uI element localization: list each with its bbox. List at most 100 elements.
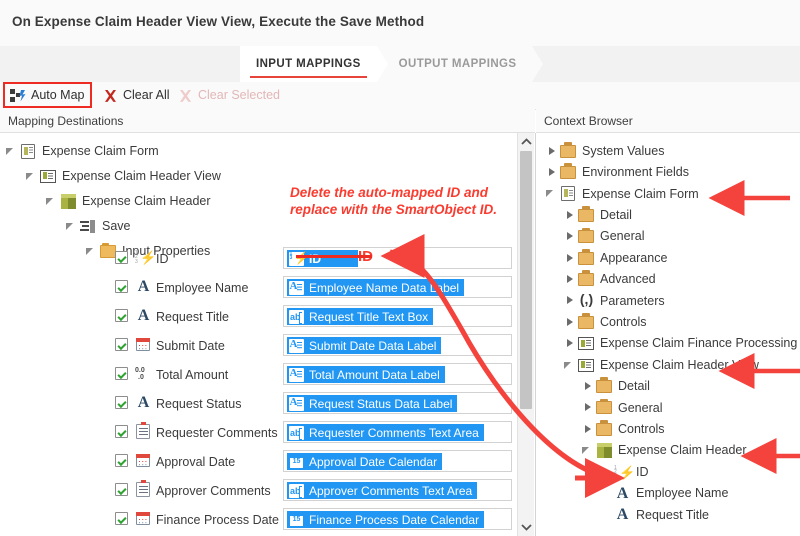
context-tree-node[interactable]: Expense Claim Header (536, 440, 747, 462)
mapping-row-checkbox[interactable] (115, 454, 128, 467)
mapping-value-box[interactable]: Requester Comments Text Area (283, 421, 512, 443)
mapping-row[interactable]: 1 2 3 ⚡ ID 1 3 ⚡ ID (0, 247, 517, 269)
mapping-row-checkbox[interactable] (115, 309, 128, 322)
mapping-row[interactable]: Requester Comments Requester Comments Tex… (0, 421, 517, 443)
mapping-value-box[interactable]: Approver Comments Text Area (283, 479, 512, 501)
context-tree-node[interactable]: Detail (536, 204, 632, 226)
mapping-value-chip[interactable]: Requester Comments Text Area (287, 424, 484, 441)
mapping-row[interactable]: A Request Title Request Title Text Box (0, 305, 517, 327)
mapping-value-box[interactable]: Request Title Text Box (283, 305, 512, 327)
mapping-row[interactable]: A Request Status Request Status Data Label (0, 392, 517, 414)
mapping-row[interactable]: Approval Date Approval Date Calendar (0, 450, 517, 472)
mapping-row[interactable]: Finance Process Date Finance Process Date… (0, 508, 517, 530)
context-tree-node-label: Advanced (600, 272, 656, 287)
mapping-row-checkbox[interactable] (115, 396, 128, 409)
tab-output-mappings[interactable]: OUTPUT MAPPINGS (376, 46, 544, 82)
mapping-row[interactable]: Submit Date Submit Date Data Label (0, 334, 517, 356)
mapping-value-box[interactable]: Employee Name Data Label (283, 276, 512, 298)
context-tree-node[interactable]: Environment Fields (536, 161, 689, 183)
context-tree-node[interactable]: Advanced (536, 268, 656, 290)
expander-closed-icon[interactable] (546, 167, 557, 178)
context-tree-node[interactable]: System Values (536, 140, 664, 162)
mapping-value-chip[interactable]: Total Amount Data Label (287, 366, 445, 383)
expander-closed-icon[interactable] (582, 381, 593, 392)
mapping-row-checkbox[interactable] (115, 425, 128, 438)
clear-all-button[interactable]: Clear All (103, 85, 170, 106)
mapping-value-chip[interactable]: Approval Date Calendar (287, 453, 443, 470)
context-tree-node[interactable]: General (536, 397, 662, 419)
context-tree-node[interactable]: A Request Title (536, 504, 709, 526)
expander-closed-icon[interactable] (564, 231, 575, 242)
mapping-value-chip[interactable]: Approver Comments Text Area (287, 482, 478, 499)
mapping-row-checkbox[interactable] (115, 512, 128, 525)
context-tree-node-label: General (600, 229, 645, 244)
mapping-value-chip[interactable]: Employee Name Data Label (287, 279, 465, 296)
mapping-value-chip[interactable]: 1 3 ⚡ ID (287, 250, 358, 267)
expander-open-icon[interactable] (546, 188, 557, 199)
mapping-row-checkbox[interactable] (115, 338, 128, 351)
context-tree-node[interactable]: Controls (536, 311, 647, 333)
context-tree-node[interactable]: 1 2 3 ⚡ ID (536, 461, 649, 483)
mapping-value-box[interactable]: Finance Process Date Calendar (283, 508, 512, 530)
mapping-row[interactable]: A Employee Name Employee Name Data Label (0, 276, 517, 298)
expander-closed-icon[interactable] (582, 402, 593, 413)
mapping-row-checkbox[interactable] (115, 367, 128, 380)
expander-closed-icon[interactable] (582, 424, 593, 435)
context-tree-node[interactable]: A Employee Name (536, 482, 729, 504)
mapping-value-chip[interactable]: Finance Process Date Calendar (287, 511, 485, 528)
context-tree-node[interactable]: Expense Claim Header View (536, 354, 759, 376)
mapping-value-box[interactable]: Approval Date Calendar (283, 450, 512, 472)
calendar-control-icon (289, 512, 304, 527)
scroll-up-icon[interactable] (518, 133, 534, 150)
destination-tree-node[interactable]: Save (0, 215, 131, 237)
mapping-value-box[interactable]: Total Amount Data Label (283, 363, 512, 385)
expander-closed-icon[interactable] (564, 274, 575, 285)
mapping-value-box[interactable]: Request Status Data Label (283, 392, 512, 414)
expander-open-icon[interactable] (6, 146, 17, 157)
mapping-scrollbar[interactable] (517, 133, 534, 536)
tab-input-mappings-label: INPUT MAPPINGS (256, 58, 361, 70)
expander-open-icon[interactable] (26, 171, 37, 182)
mapping-row-checkbox[interactable] (115, 251, 128, 264)
data-label-icon (289, 366, 304, 382)
mapping-row[interactable]: Approver Comments Approver Comments Text … (0, 479, 517, 501)
tab-input-mappings[interactable]: INPUT MAPPINGS (240, 46, 388, 82)
context-tree-node[interactable]: Controls (536, 418, 665, 440)
scroll-down-icon[interactable] (518, 519, 534, 536)
expander-open-icon[interactable] (582, 445, 593, 456)
parameters-icon: (,) (579, 291, 594, 308)
auto-map-button[interactable]: Auto Map (10, 85, 85, 106)
expander-closed-icon[interactable] (546, 146, 557, 157)
context-tree-node[interactable]: Expense Claim Form (536, 183, 699, 205)
expander-closed-icon[interactable] (564, 295, 575, 306)
context-tree-node[interactable]: Appearance (536, 247, 667, 269)
destination-tree-node[interactable]: Expense Claim Header View (0, 165, 221, 187)
mapping-value-chip[interactable]: Request Status Data Label (287, 395, 458, 412)
expander-closed-icon[interactable] (564, 253, 575, 264)
mapping-value-box[interactable]: Submit Date Data Label (283, 334, 512, 356)
expander-open-icon[interactable] (66, 221, 77, 232)
context-tree-node-label: Detail (618, 379, 650, 394)
expander-closed-icon[interactable] (564, 338, 575, 349)
clear-selected-button[interactable]: Clear Selected (178, 85, 280, 106)
mapping-value-chip[interactable]: Request Title Text Box (287, 308, 434, 325)
expander-closed-icon[interactable] (564, 210, 575, 221)
mapping-value-text: Employee Name Data Label (309, 280, 460, 295)
destination-tree-node[interactable]: Expense Claim Header (0, 190, 211, 212)
context-tree-node[interactable]: General (536, 226, 644, 248)
mapping-row[interactable]: 0.0.0 Total Amount Total Amount Data Label (0, 363, 517, 385)
mapping-row-checkbox[interactable] (115, 280, 128, 293)
destination-tree-node[interactable]: Expense Claim Form (0, 140, 159, 162)
mapping-value-chip[interactable]: Submit Date Data Label (287, 337, 442, 354)
mapping-row-checkbox[interactable] (115, 483, 128, 496)
context-tree-node[interactable]: (,) Parameters (536, 290, 665, 312)
context-tree-node[interactable]: Detail (536, 375, 650, 397)
scroll-thumb[interactable] (520, 151, 532, 409)
expander-open-icon[interactable] (564, 360, 575, 371)
expander-closed-icon[interactable] (564, 317, 575, 328)
mapping-value-box[interactable]: 1 3 ⚡ ID (283, 247, 512, 269)
expander-open-icon[interactable] (46, 196, 57, 207)
dialog-titlebar: On Expense Claim Header View View, Execu… (0, 0, 800, 47)
context-tree-node[interactable]: Expense Claim Finance Processing V (536, 333, 800, 355)
mapping-row-label: Requester Comments (156, 426, 278, 440)
